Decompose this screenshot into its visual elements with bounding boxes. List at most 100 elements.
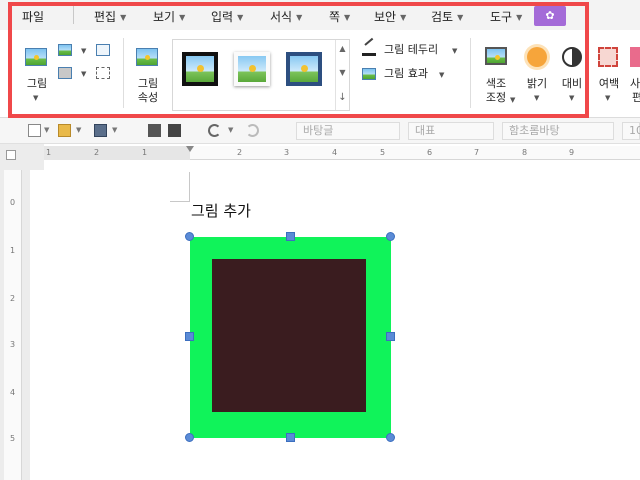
menu-edit[interactable]: 편집 ▼ (94, 8, 126, 25)
menu-file[interactable]: 파일 (22, 8, 44, 25)
print-icon[interactable] (148, 124, 161, 137)
color-adjust-label-2[interactable]: 조정 (481, 91, 511, 105)
margin-guide (189, 172, 190, 202)
resize-handle-top[interactable] (286, 232, 295, 241)
chevron-down-icon: ▼ (179, 13, 186, 22)
arrange-icon[interactable] (58, 67, 72, 79)
language-select[interactable]: 대표 (408, 122, 494, 140)
save-icon[interactable] (94, 124, 107, 137)
ruler-toggle-icon[interactable] (6, 150, 16, 160)
ruler-number: 4 (10, 388, 16, 397)
scroll-down-icon[interactable]: ▼ (336, 68, 349, 77)
crop-icon[interactable] (96, 67, 110, 79)
picture-button-label[interactable]: 그림 (22, 77, 52, 91)
ruler-number: 0 (10, 198, 16, 207)
effect-icon[interactable] (362, 68, 376, 80)
ribbon-divider (123, 38, 124, 108)
resize-handle-right[interactable] (386, 332, 395, 341)
color-adjust-label[interactable]: 색조 (481, 77, 511, 91)
ribbon: 그림 ▼ ▼ ▼ 그림 속성 ▲ ▼ ↓ 그림 테두리 ▼ 그림 효과 ▼ 색조… (0, 30, 640, 118)
menu-tools-label: 도구 (490, 10, 513, 24)
ruler-number: 4 (332, 148, 338, 157)
chevron-down-icon[interactable]: ▼ (112, 126, 117, 134)
picture-properties-icon[interactable] (136, 48, 158, 66)
menu-view[interactable]: 보기 ▼ (153, 8, 185, 25)
margin-label[interactable]: 여백 (596, 77, 622, 91)
style-select[interactable]: 바탕글 (296, 122, 400, 140)
color-adjust-icon[interactable] (485, 47, 507, 65)
menu-view-label: 보기 (153, 10, 176, 24)
chevron-down-icon: ▼ (457, 13, 464, 22)
chevron-down-icon[interactable]: ▼ (81, 70, 86, 78)
rotate-icon[interactable] (96, 44, 110, 56)
ruler-number: 6 (427, 148, 433, 157)
ruler-number: 7 (474, 148, 480, 157)
clipped-label[interactable]: 사 (630, 77, 640, 91)
ruler-number: 3 (284, 148, 290, 157)
menu-tools[interactable]: 도구 ▼ (490, 8, 522, 25)
ruler-number: 5 (380, 148, 386, 157)
picture-style-gallery: ▲ ▼ ↓ (172, 39, 350, 111)
margin-icon[interactable] (598, 47, 618, 67)
print-preview-icon[interactable] (168, 124, 181, 137)
ruler-number: 2 (10, 294, 16, 303)
picture-properties-label[interactable]: 그림 (131, 77, 165, 91)
style-thumb-blue[interactable] (286, 52, 322, 86)
indent-marker-icon[interactable] (186, 146, 194, 160)
resize-handle-bottom[interactable] (286, 433, 295, 442)
chevron-down-icon[interactable]: ▼ (44, 126, 49, 134)
ruler-number: 1 (46, 148, 52, 157)
menu-page[interactable]: 쪽 ▼ (329, 8, 350, 25)
style-thumb-white[interactable] (234, 52, 270, 86)
gallery-scroll[interactable]: ▲ ▼ ↓ (335, 40, 349, 110)
document-text[interactable]: 그림 추가 (191, 200, 251, 221)
undo-icon[interactable] (208, 124, 221, 137)
menu-security[interactable]: 보안 ▼ (374, 8, 406, 25)
menu-insert[interactable]: 입력 ▼ (211, 8, 243, 25)
contrast-label[interactable]: 대비 (559, 77, 585, 91)
chevron-down-icon[interactable]: ▼ (228, 126, 233, 134)
clipped-icon[interactable] (630, 47, 640, 67)
style-thumb-black[interactable] (182, 52, 218, 86)
font-size-select[interactable]: 10 (622, 122, 640, 140)
contrast-icon[interactable] (562, 47, 582, 67)
brightness-sun-icon[interactable] (527, 47, 547, 67)
chevron-down-icon[interactable]: ▼ (452, 47, 457, 55)
menu-review-label: 검토 (431, 10, 454, 24)
picture-properties-label-2[interactable]: 속성 (131, 91, 165, 105)
chevron-down-icon[interactable]: ▼ (534, 94, 539, 102)
picture-effect-button[interactable]: 그림 효과 (384, 67, 428, 81)
ruler-number: 8 (522, 148, 528, 157)
new-document-icon[interactable] (28, 124, 41, 137)
resize-handle-top-right[interactable] (386, 232, 395, 241)
insert-picture-icon[interactable] (58, 44, 72, 56)
font-select[interactable]: 함초롬바탕 (502, 122, 614, 140)
ruler-number: 2 (237, 148, 243, 157)
menu-format[interactable]: 서식 ▼ (270, 8, 302, 25)
menu-review[interactable]: 검토 ▼ (431, 8, 463, 25)
resize-handle-left[interactable] (185, 332, 194, 341)
picture-tab-icon: ✿ (545, 9, 555, 22)
menu-insert-label: 입력 (211, 10, 234, 24)
brightness-label[interactable]: 밝기 (524, 77, 550, 91)
resize-handle-bottom-left[interactable] (185, 433, 194, 442)
redo-icon[interactable] (246, 124, 259, 137)
chevron-down-icon[interactable]: ▼ (76, 126, 81, 134)
picture-tab[interactable]: ✿ (534, 6, 566, 26)
picture-icon[interactable] (25, 48, 47, 66)
chevron-down-icon[interactable]: ▼ (81, 47, 86, 55)
picture-border-button[interactable]: 그림 테두리 (384, 43, 438, 57)
chevron-down-icon[interactable]: ▼ (605, 94, 610, 102)
chevron-down-icon[interactable]: ▼ (33, 94, 38, 102)
resize-handle-top-left[interactable] (185, 232, 194, 241)
resize-handle-bottom-right[interactable] (386, 433, 395, 442)
border-pen-icon[interactable] (362, 37, 376, 56)
chevron-down-icon[interactable]: ▼ (439, 71, 444, 79)
scroll-up-icon[interactable]: ▲ (336, 44, 349, 53)
chevron-down-icon[interactable]: ▼ (569, 94, 574, 102)
chevron-down-icon[interactable]: ▼ (510, 96, 515, 104)
clipped-label-2[interactable]: 편 (632, 91, 640, 105)
selected-picture-content[interactable] (212, 259, 366, 412)
open-folder-icon[interactable] (58, 124, 71, 137)
gallery-expand-icon[interactable]: ↓ (336, 92, 349, 103)
